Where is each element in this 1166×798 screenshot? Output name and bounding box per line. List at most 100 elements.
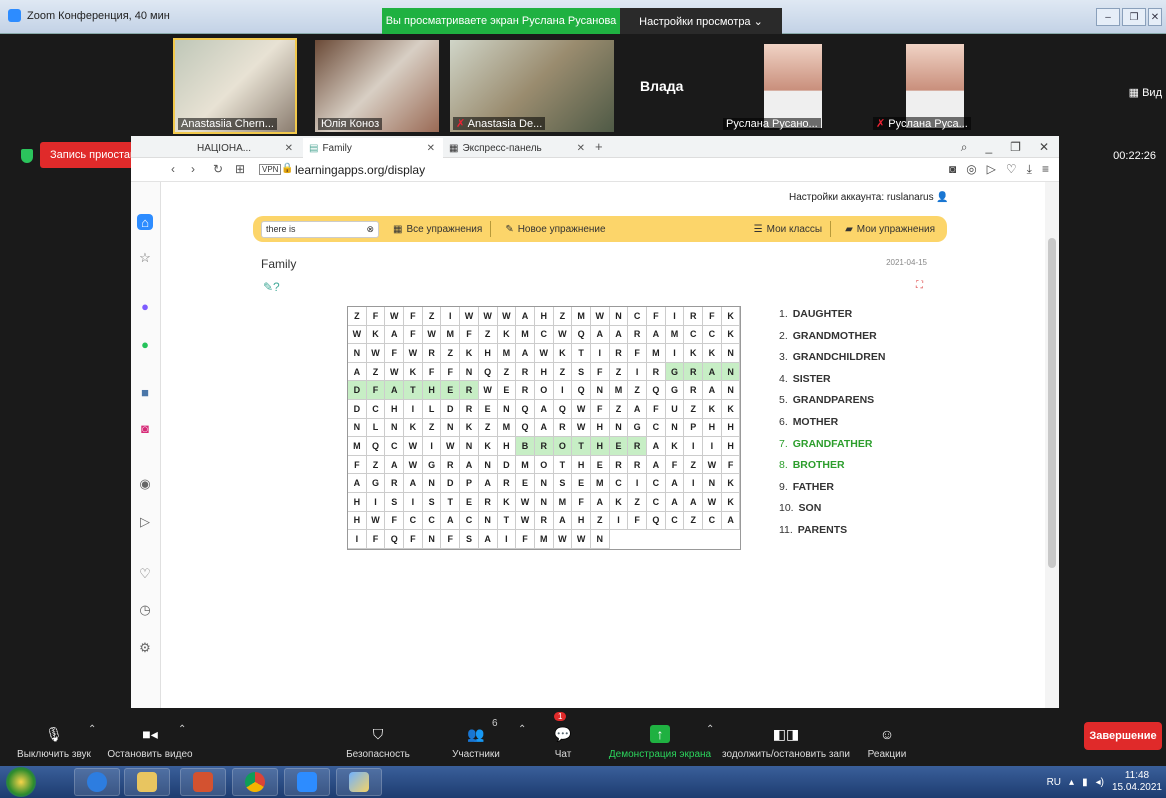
chevron-up-icon[interactable]: ⌃ (706, 724, 714, 735)
grid-cell[interactable]: W (404, 455, 423, 475)
grid-cell[interactable]: K (684, 344, 704, 363)
grid-cell[interactable]: G (366, 474, 386, 493)
scrollbar-thumb[interactable] (1048, 238, 1056, 568)
instagram-icon[interactable]: ◙ (137, 420, 153, 436)
player-icon[interactable]: ◉ (137, 476, 153, 492)
grid-cell[interactable]: F (590, 362, 610, 382)
grid-cell[interactable]: R (460, 399, 479, 419)
grid-cell[interactable]: W (460, 307, 479, 326)
grid-cell[interactable]: Z (366, 362, 386, 382)
grid-cell[interactable]: S (572, 362, 591, 382)
network-icon[interactable]: ▮ (1082, 777, 1088, 788)
grid-cell[interactable]: K (721, 325, 741, 345)
grid-cell[interactable]: K (404, 418, 423, 438)
grid-cell[interactable]: F (385, 344, 405, 363)
grid-cell[interactable]: W (385, 362, 405, 382)
grid-cell[interactable]: K (460, 418, 479, 438)
grid-cell[interactable]: E (609, 437, 629, 456)
grid-cell[interactable]: H (497, 437, 517, 456)
grid-cell[interactable]: C (534, 325, 554, 345)
grid-cell[interactable]: W (441, 437, 461, 456)
grid-cell[interactable]: Q (516, 418, 535, 438)
grid-cell[interactable]: Q (385, 530, 405, 549)
grid-cell[interactable]: C (422, 511, 442, 531)
grid-cell[interactable]: F (628, 511, 647, 531)
grid-cell[interactable]: F (460, 325, 479, 345)
grid-cell[interactable]: E (516, 474, 535, 493)
grid-cell[interactable]: W (478, 381, 498, 400)
heart-icon[interactable]: ♡ (1006, 162, 1017, 177)
grid-cell[interactable]: R (385, 474, 405, 493)
grid-cell[interactable]: F (441, 362, 461, 382)
grid-cell[interactable]: N (460, 362, 479, 382)
vpn-badge[interactable]: VPN (259, 164, 282, 175)
play-icon[interactable]: ▷ (987, 162, 996, 177)
home-icon[interactable]: ⌂ (137, 214, 153, 230)
grid-cell[interactable]: K (609, 492, 629, 512)
grid-cell[interactable]: H (385, 399, 405, 419)
search-icon[interactable]: ⌕ (961, 140, 968, 155)
grid-cell[interactable]: A (348, 474, 367, 493)
grid-cell[interactable]: I (628, 362, 647, 382)
grid-cell[interactable]: W (516, 511, 535, 531)
grid-cell[interactable]: A (553, 511, 573, 531)
search-input[interactable]: there is ⊗ (261, 220, 379, 238)
grid-cell[interactable]: W (366, 344, 386, 363)
grid-cell[interactable]: Q (516, 399, 535, 419)
grid-cell[interactable]: F (516, 530, 535, 549)
grid-cell[interactable]: Q (572, 381, 591, 400)
grid-cell[interactable]: P (684, 418, 704, 438)
forward-icon[interactable]: › (191, 162, 195, 176)
grid-cell[interactable]: F (647, 399, 666, 419)
grid-cell[interactable]: E (441, 381, 461, 400)
grid-cell[interactable]: T (497, 511, 517, 531)
grid-cell[interactable]: N (497, 399, 517, 419)
speed-dial-icon[interactable]: ⊞ (235, 162, 245, 176)
grid-cell[interactable]: Z (497, 362, 517, 382)
grid-cell[interactable]: R (553, 418, 573, 438)
grid-cell[interactable]: N (590, 381, 610, 400)
grid-cell[interactable]: M (665, 325, 685, 345)
grid-cell[interactable]: L (422, 399, 442, 419)
grid-cell[interactable]: S (385, 492, 405, 512)
grid-cell[interactable]: F (348, 455, 367, 475)
menu-icon[interactable]: ≡ (1042, 162, 1049, 177)
grid-cell[interactable]: I (441, 307, 461, 326)
grid-cell[interactable]: R (534, 437, 554, 456)
stop-video-button[interactable]: ■◂ Остановить видео (100, 712, 200, 766)
grid-cell[interactable]: D (348, 399, 367, 419)
grid-cell[interactable]: C (647, 492, 666, 512)
maximize-icon[interactable]: ❐ (1122, 8, 1146, 26)
grid-cell[interactable]: H (422, 381, 442, 400)
grid-cell[interactable]: I (684, 474, 704, 493)
grid-cell[interactable]: E (478, 399, 498, 419)
grid-cell[interactable]: A (385, 455, 405, 475)
grid-cell[interactable]: Q (478, 362, 498, 382)
grid-cell[interactable]: F (404, 307, 423, 326)
grid-cell[interactable]: A (684, 492, 704, 512)
grid-cell[interactable]: T (553, 455, 573, 475)
gallery-view-button[interactable]: ▦ Вид (1129, 86, 1162, 99)
grid-cell[interactable]: K (553, 344, 573, 363)
mute-button[interactable]: 🎙 Выключить звук (8, 712, 100, 766)
grid-cell[interactable]: A (385, 325, 405, 345)
grid-cell[interactable]: M (516, 455, 535, 475)
grid-cell[interactable]: F (441, 530, 461, 549)
grid-cell[interactable]: A (665, 474, 685, 493)
close-tab-icon[interactable]: ✕ (285, 143, 293, 154)
grid-cell[interactable]: K (721, 492, 741, 512)
grid-cell[interactable]: U (665, 399, 685, 419)
grid-cell[interactable]: A (703, 362, 722, 382)
grid-cell[interactable]: K (721, 474, 741, 493)
grid-cell[interactable]: Z (684, 511, 704, 531)
new-tab-icon[interactable]: + (595, 139, 603, 154)
grid-cell[interactable]: R (684, 381, 704, 400)
grid-cell[interactable]: R (684, 362, 704, 382)
close-tab-icon[interactable]: ✕ (577, 143, 585, 154)
grid-cell[interactable]: F (703, 307, 722, 326)
grid-cell[interactable]: G (665, 362, 685, 382)
grid-cell[interactable]: F (572, 492, 591, 512)
grid-cell[interactable]: N (665, 418, 685, 438)
grid-cell[interactable]: A (516, 344, 535, 363)
grid-cell[interactable]: K (497, 492, 517, 512)
